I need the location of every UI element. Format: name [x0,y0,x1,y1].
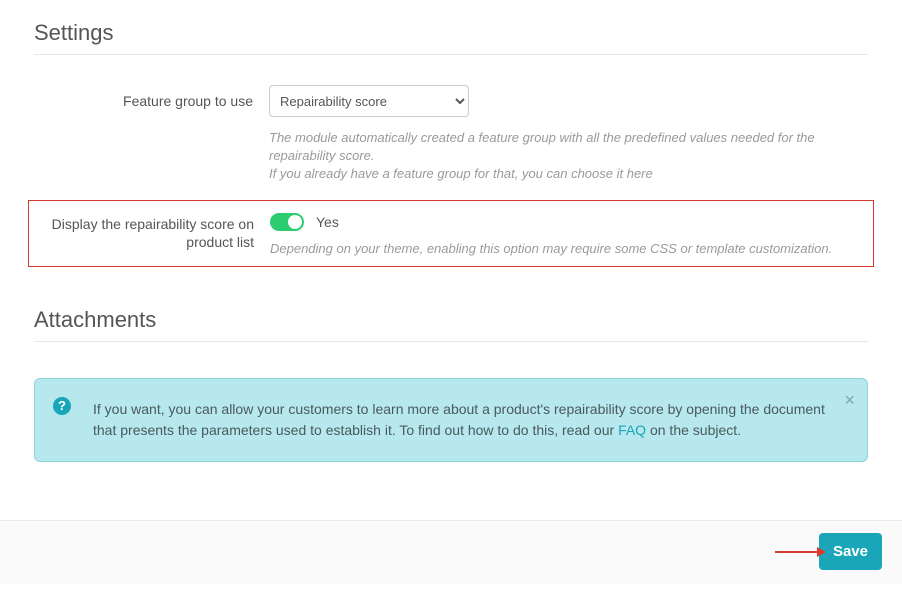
attachments-heading: Attachments [34,307,868,333]
footer-bar: Save [0,520,902,584]
feature-group-label: Feature group to use [34,85,269,184]
feature-group-help: The module automatically created a featu… [269,129,868,184]
display-score-value: Yes [316,214,339,230]
settings-heading: Settings [34,20,868,46]
save-button[interactable]: Save [819,533,882,570]
section-divider [34,54,868,55]
display-score-label: Display the repairability score on produ… [35,213,270,256]
display-score-highlight: Display the repairability score on produ… [28,200,874,267]
feature-group-select[interactable]: Repairability score [269,85,469,117]
faq-link[interactable]: FAQ [618,422,646,438]
alert-text: If you want, you can allow your customer… [93,401,825,438]
toggle-knob [288,215,302,229]
annotation-arrow [775,547,826,557]
display-score-row: Display the repairability score on produ… [35,213,867,256]
display-score-toggle[interactable] [270,213,304,231]
feature-group-row: Feature group to use Repairability score… [34,85,868,184]
section-divider [34,341,868,342]
info-alert: ? × If you want, you can allow your cust… [34,378,868,462]
help-icon: ? [53,397,71,415]
close-icon[interactable]: × [844,391,855,409]
display-score-help: Depending on your theme, enabling this o… [270,241,867,256]
